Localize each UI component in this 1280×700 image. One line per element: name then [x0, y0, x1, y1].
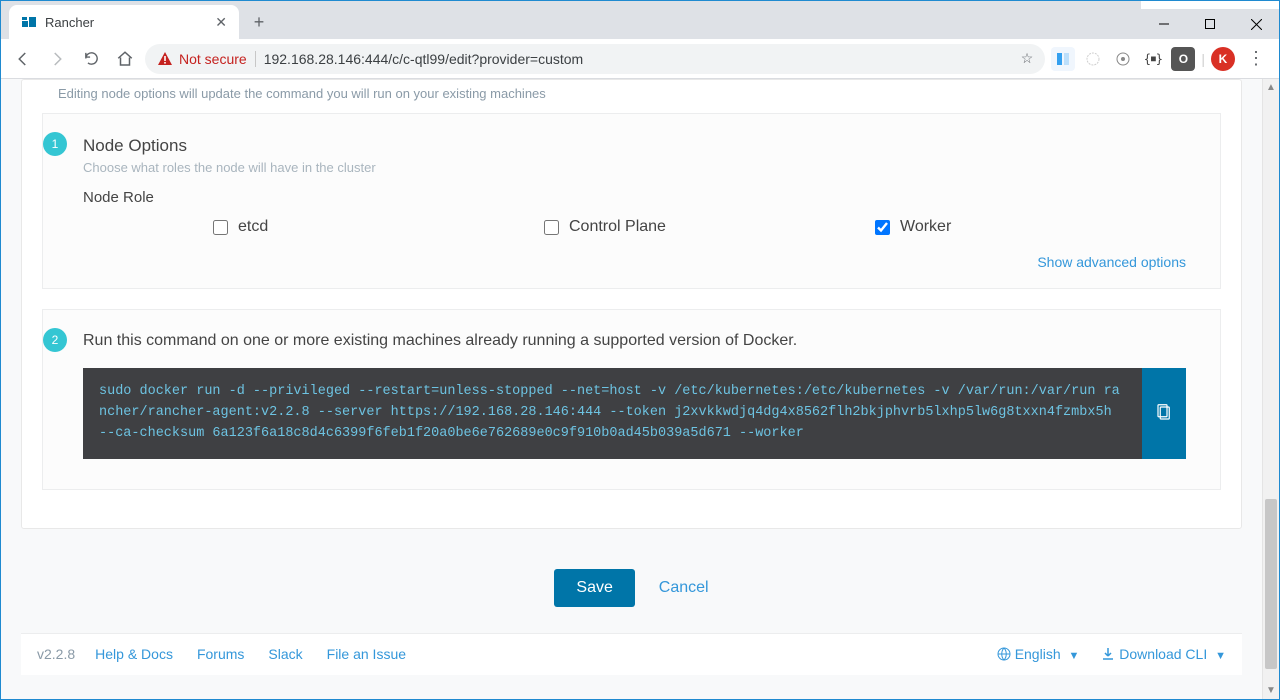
globe-icon [997, 647, 1011, 661]
reload-icon[interactable] [77, 45, 105, 73]
page-content: Editing node options will update the com… [1, 79, 1262, 699]
chevron-down-icon: ▼ [1215, 650, 1226, 662]
address-bar[interactable]: Not secure 192.168.28.146:444/c/c-qtl99/… [145, 44, 1045, 74]
extension-icon[interactable] [1051, 47, 1075, 71]
back-icon[interactable] [9, 45, 37, 73]
help-docs-link[interactable]: Help & Docs [95, 646, 173, 662]
run-command-title: Run this command on one or more existing… [83, 332, 1186, 350]
step-badge-1: 1 [43, 132, 67, 156]
node-options-section: 1 Node Options Choose what roles the nod… [42, 113, 1221, 289]
rancher-favicon-icon [21, 14, 37, 30]
scroll-up-icon[interactable]: ▲ [1263, 79, 1279, 96]
clipboard-icon [1155, 404, 1173, 422]
scroll-down-icon[interactable]: ▼ [1263, 682, 1279, 699]
not-secure-badge[interactable]: Not secure [157, 51, 247, 67]
window-controls [1141, 9, 1279, 39]
cancel-button[interactable]: Cancel [659, 579, 709, 597]
browser-menu-icon[interactable]: ⋮ [1241, 48, 1271, 69]
slack-link[interactable]: Slack [268, 646, 302, 662]
extension-icon[interactable]: {■} [1141, 47, 1165, 71]
node-role-label: Node Role [83, 189, 1186, 206]
forward-icon[interactable] [43, 45, 71, 73]
tab-title: Rancher [45, 15, 207, 30]
save-button[interactable]: Save [554, 569, 634, 607]
extension-icon[interactable] [1081, 47, 1105, 71]
extension-icon[interactable] [1111, 47, 1135, 71]
edit-header-subtext: Editing node options will update the com… [22, 80, 1241, 113]
role-control-plane-checkbox[interactable] [544, 220, 559, 235]
node-options-title: Node Options [83, 136, 1186, 156]
node-role-row: etcd Control Plane Worker [83, 218, 1186, 236]
version-text: v2.2.8 [37, 646, 75, 662]
browser-tab-active[interactable]: Rancher ✕ [9, 5, 239, 39]
vertical-scrollbar[interactable]: ▲ ▼ [1262, 79, 1279, 699]
scrollbar-thumb[interactable] [1265, 499, 1277, 669]
node-options-subtitle: Choose what roles the node will have in … [83, 160, 1186, 175]
forums-link[interactable]: Forums [197, 646, 244, 662]
page-footer: v2.2.8 Help & Docs Forums Slack File an … [21, 633, 1242, 675]
file-issue-link[interactable]: File an Issue [327, 646, 406, 662]
download-icon [1101, 647, 1115, 661]
copy-command-button[interactable] [1142, 368, 1186, 459]
tab-close-icon[interactable]: ✕ [215, 14, 227, 31]
maximize-icon[interactable] [1187, 9, 1233, 39]
browser-tabstrip: Rancher ✕ + [1, 1, 1141, 39]
language-selector[interactable]: English ▼ [997, 646, 1080, 662]
profile-avatar[interactable]: K [1211, 47, 1235, 71]
step-badge-2: 2 [43, 328, 67, 352]
role-etcd-checkbox[interactable] [213, 220, 228, 235]
run-command-section: 2 Run this command on one or more existi… [42, 309, 1221, 490]
role-worker[interactable]: Worker [875, 218, 1186, 236]
chevron-down-icon: ▼ [1069, 650, 1080, 662]
warning-icon [157, 51, 173, 67]
role-worker-checkbox[interactable] [875, 220, 890, 235]
role-etcd[interactable]: etcd [83, 218, 524, 236]
close-window-icon[interactable] [1233, 9, 1279, 39]
new-tab-button[interactable]: + [245, 8, 273, 36]
home-icon[interactable] [111, 45, 139, 73]
minimize-icon[interactable] [1141, 9, 1187, 39]
bookmark-star-icon[interactable]: ☆ [1021, 50, 1034, 67]
command-text[interactable]: sudo docker run -d --privileged --restar… [83, 368, 1142, 459]
browser-toolbar: Not secure 192.168.28.146:444/c/c-qtl99/… [1, 39, 1279, 79]
form-actions: Save Cancel [21, 541, 1242, 633]
role-control-plane[interactable]: Control Plane [544, 218, 855, 236]
extension-icon[interactable]: O [1171, 47, 1195, 71]
download-cli-link[interactable]: Download CLI ▼ [1101, 646, 1226, 662]
url-text: 192.168.28.146:444/c/c-qtl99/edit?provid… [264, 51, 1013, 67]
show-advanced-options-link[interactable]: Show advanced options [1037, 254, 1186, 270]
